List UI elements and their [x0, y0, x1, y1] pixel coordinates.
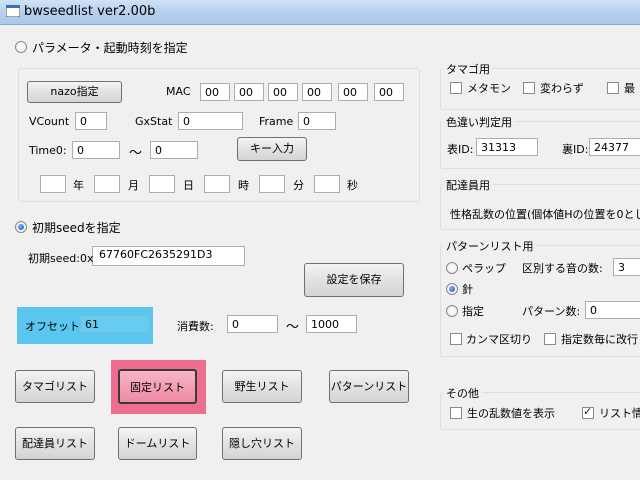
time0-to-field[interactable]: 0 [150, 141, 198, 159]
ditto-label: メタモン [467, 82, 511, 95]
radio-params[interactable] [15, 41, 27, 53]
delivery-group-title: 配達員用 [443, 177, 493, 193]
consume-tilde: 〜 [286, 320, 300, 335]
radio-seed[interactable] [15, 221, 27, 233]
radio-needle[interactable] [446, 283, 458, 295]
back-id-field[interactable]: 24377 [589, 138, 640, 156]
radio-seed-label: 初期seedを指定 [32, 221, 121, 235]
title-bar[interactable]: bwseedlist ver2.00b [0, 0, 640, 25]
gxstat-label: GxStat [135, 115, 173, 128]
dome-list-button[interactable]: ドームリスト [118, 427, 197, 460]
front-id-field[interactable]: 31313 [476, 138, 538, 156]
consume-label: 消費数: [177, 320, 214, 333]
front-id-label: 表ID: [447, 143, 474, 156]
radio-specify[interactable] [446, 305, 458, 317]
vcount-label: VCount [29, 115, 70, 128]
minute-unit: 分 [293, 179, 304, 192]
radio-chatot-label: ペラップ [462, 262, 506, 275]
window-title: bwseedlist ver2.00b [24, 4, 156, 19]
egg-group-title: タマゴ用 [443, 61, 493, 77]
seed-field[interactable]: 67760FC2635291D3 [95, 246, 243, 264]
app-icon [6, 5, 20, 17]
egg-check-3-label: 最 [624, 82, 635, 95]
seed-label: 初期seed:0x [28, 252, 94, 265]
list-info-label: リスト情報 [599, 407, 640, 420]
pattern-count-label: パターン数: [522, 305, 581, 318]
raw-rand-checkbox[interactable] [450, 407, 462, 419]
hour-field[interactable] [204, 175, 230, 193]
list-info-checkbox[interactable] [582, 405, 594, 419]
mac-field-2[interactable]: 00 [234, 83, 264, 101]
offset-field[interactable]: 61 [80, 315, 150, 333]
consume-to-field[interactable]: 1000 [306, 315, 357, 333]
mac-field-5[interactable]: 00 [338, 83, 368, 101]
year-unit: 年 [73, 179, 84, 192]
month-field[interactable] [94, 175, 120, 193]
offset-label: オフセット: [25, 320, 84, 333]
delivery-list-button[interactable]: 配達員リスト [15, 427, 95, 460]
ditto-checkbox[interactable] [450, 82, 462, 94]
mac-field-3[interactable]: 00 [268, 83, 298, 101]
wild-list-button[interactable]: 野生リスト [222, 370, 302, 403]
mac-field-1[interactable]: 00 [200, 83, 230, 101]
comma-checkbox[interactable] [450, 333, 462, 345]
specified-newline-label: 指定数毎に改行 [561, 333, 638, 346]
everstone-label: 変わらず [540, 82, 584, 95]
egg-list-button[interactable]: タマゴリスト [15, 370, 95, 403]
hour-unit: 時 [238, 179, 249, 192]
mac-label: MAC [166, 85, 191, 98]
month-unit: 月 [128, 179, 139, 192]
pattern-list-button[interactable]: パターンリスト [329, 370, 409, 403]
vcount-field[interactable]: 0 [75, 112, 107, 130]
distinguish-field[interactable]: 3 [613, 258, 640, 276]
consume-from-field[interactable]: 0 [227, 315, 278, 333]
day-field[interactable] [149, 175, 175, 193]
everstone-checkbox[interactable] [523, 82, 535, 94]
second-field[interactable] [314, 175, 340, 193]
key-input-button[interactable]: キー入力 [237, 137, 307, 161]
mac-field-6[interactable]: 00 [374, 83, 404, 101]
comma-label: カンマ区切り [466, 333, 532, 346]
day-unit: 日 [183, 179, 194, 192]
radio-specify-label: 指定 [462, 305, 484, 318]
second-unit: 秒 [347, 179, 358, 192]
time0-label: Time0: [29, 144, 67, 157]
time0-from-field[interactable]: 0 [72, 141, 120, 159]
pattern-group-title: パターンリスト用 [443, 238, 537, 254]
year-field[interactable] [40, 175, 66, 193]
radio-needle-label: 針 [462, 283, 473, 296]
shiny-group-title: 色違い判定用 [443, 114, 515, 130]
frame-field[interactable]: 0 [298, 112, 336, 130]
hidden-hole-list-button[interactable]: 隠し穴リスト [222, 427, 302, 460]
save-settings-button[interactable]: 設定を保存 [304, 263, 404, 297]
time0-tilde: 〜 [129, 146, 143, 161]
pattern-count-field[interactable]: 0 [585, 301, 640, 319]
gxstat-field[interactable]: 0 [178, 112, 243, 130]
other-group-title: その他 [443, 385, 482, 401]
specified-newline-checkbox[interactable] [544, 333, 556, 345]
nazo-button[interactable]: nazo指定 [27, 81, 122, 103]
delivery-description: 性格乱数の位置(個体値Hの位置を0とし [450, 208, 640, 221]
fixed-list-button[interactable]: 固定リスト [118, 369, 197, 404]
mac-field-4[interactable]: 00 [302, 83, 332, 101]
distinguish-label: 区別する音の数: [522, 262, 603, 275]
frame-label: Frame [259, 115, 294, 128]
radio-chatot[interactable] [446, 262, 458, 274]
raw-rand-label: 生の乱数値を表示 [467, 407, 555, 420]
minute-field[interactable] [259, 175, 285, 193]
back-id-label: 裏ID: [562, 143, 589, 156]
egg-check-3[interactable] [607, 82, 619, 94]
radio-params-label: パラメータ・起動時刻を指定 [32, 41, 188, 55]
